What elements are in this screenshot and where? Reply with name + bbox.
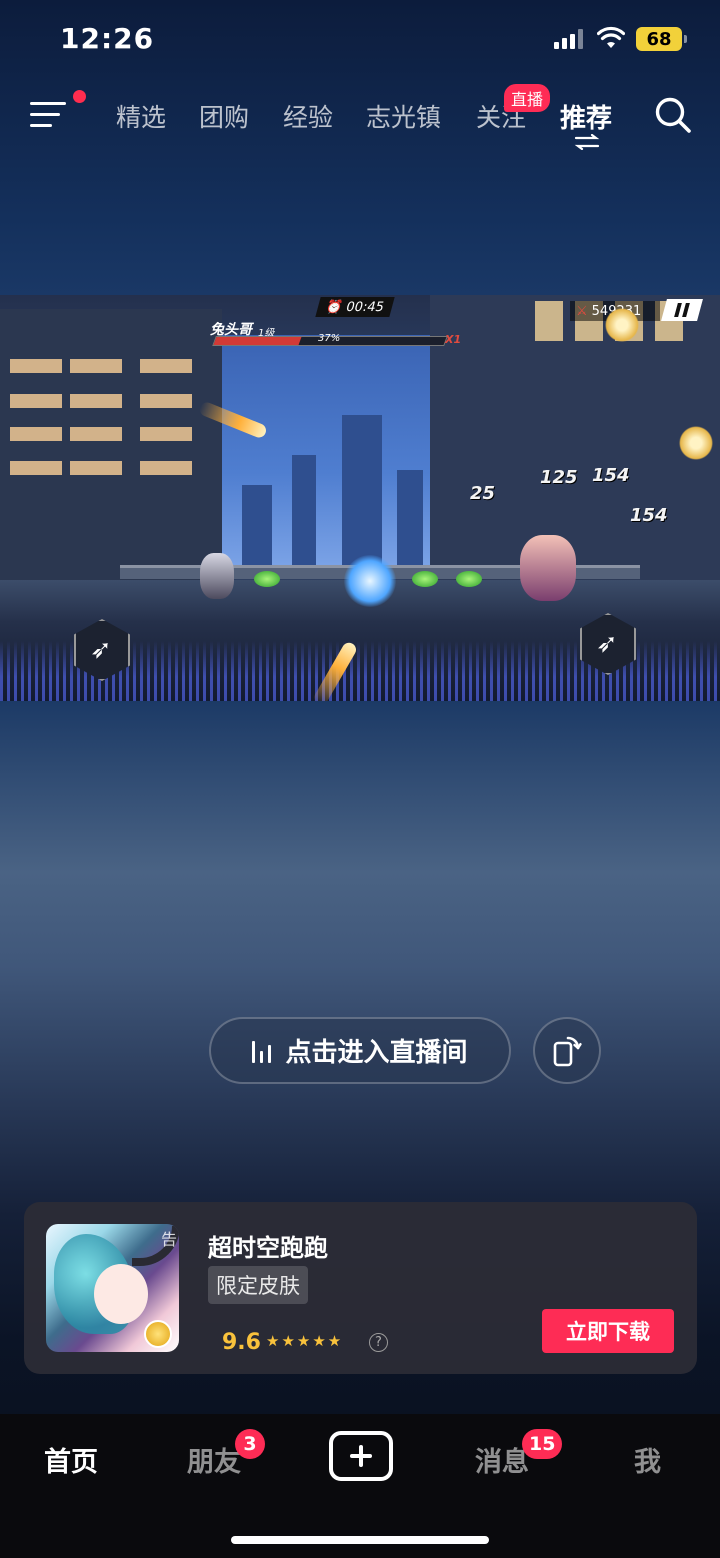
home-indicator[interactable] — [231, 1536, 489, 1544]
tab-featured[interactable]: 精选 — [116, 98, 166, 134]
battery-indicator: 68 — [636, 27, 687, 51]
create-post-button[interactable] — [329, 1431, 393, 1481]
download-button[interactable]: 立即下载 — [542, 1309, 674, 1353]
damage-number: 25 — [470, 483, 496, 504]
game-skyline — [222, 335, 454, 565]
enter-live-room-label: 点击进入直播间 — [285, 1038, 468, 1068]
swap-icon[interactable] — [574, 134, 600, 150]
tab-home[interactable]: 首页 — [44, 1440, 98, 1479]
gem-pickup — [254, 571, 280, 587]
enter-live-room-button[interactable]: 点击进入直播间 — [209, 1017, 511, 1084]
ad-tag: 限定皮肤 — [208, 1266, 308, 1304]
game-timer: ⏰ 00:45 — [315, 297, 395, 317]
bottom-tab-bar: 首页 朋友 3 消息 15 我 — [0, 1414, 720, 1558]
cellular-signal-icon — [554, 29, 583, 49]
ad-card[interactable]: 告 超时空跑跑 限定皮肤 9.6 ★★★★★ ? 立即下载 — [24, 1202, 697, 1374]
tab-town[interactable]: 志光镇 — [366, 98, 441, 134]
live-stream-video[interactable]: ⏰ 00:45 兔头哥 1级 37% X1 ⚔ 549231 25 125 15… — [0, 295, 720, 701]
enemy-character — [520, 535, 576, 601]
rotate-screen-button[interactable] — [533, 1017, 601, 1084]
menu-icon[interactable] — [30, 100, 70, 130]
damage-number: 154 — [630, 505, 668, 526]
coin-icon — [144, 1320, 172, 1348]
tab-group-buy[interactable]: 团购 — [199, 98, 249, 134]
combo-multiplier: X1 — [445, 333, 462, 346]
live-bars-icon — [252, 1039, 272, 1063]
damage-number: 125 — [540, 467, 578, 488]
tab-messages[interactable]: 消息 — [475, 1440, 529, 1479]
tab-recommended[interactable]: 推荐 — [560, 98, 612, 135]
gem-pickup — [456, 571, 482, 587]
status-time: 12:26 — [60, 22, 155, 55]
tab-experience[interactable]: 经验 — [283, 98, 333, 134]
star-rating-icon: ★★★★★ — [266, 1332, 344, 1350]
search-icon[interactable] — [654, 96, 692, 134]
player-hp-percent: 37% — [318, 333, 341, 344]
top-navigation: 精选 团购 经验 志光镇 关注 直播 推荐 — [0, 84, 720, 150]
rotate-screen-icon — [553, 1036, 582, 1066]
game-timer-text: 00:45 — [344, 299, 386, 315]
flower-sprite — [676, 423, 716, 463]
tab-me[interactable]: 我 — [634, 1440, 661, 1479]
notification-dot — [73, 90, 86, 103]
friends-badge: 3 — [235, 1429, 265, 1459]
status-bar: 12:26 68 — [0, 0, 720, 80]
alarm-clock-icon: ⏰ — [324, 299, 345, 315]
help-icon[interactable]: ? — [369, 1333, 388, 1352]
tab-friends[interactable]: 朋友 — [187, 1440, 241, 1479]
messages-badge: 15 — [522, 1429, 563, 1459]
ad-rating: 9.6 — [222, 1330, 261, 1355]
live-badge: 直播 — [504, 84, 551, 112]
ad-corner-label: 告 — [160, 1230, 177, 1249]
flower-sprite — [602, 305, 642, 345]
app-icon[interactable]: 告 — [46, 1224, 179, 1352]
player-character — [200, 553, 234, 599]
gem-pickup — [412, 571, 438, 587]
energy-orb — [344, 555, 396, 607]
game-building-left — [0, 309, 222, 609]
damage-number: 154 — [592, 465, 630, 486]
wifi-icon — [597, 26, 625, 48]
ad-app-title[interactable]: 超时空跑跑 — [208, 1228, 328, 1263]
pause-icon — [661, 299, 703, 321]
player-hp-fill — [213, 337, 302, 345]
score-icon: ⚔ — [576, 303, 588, 319]
